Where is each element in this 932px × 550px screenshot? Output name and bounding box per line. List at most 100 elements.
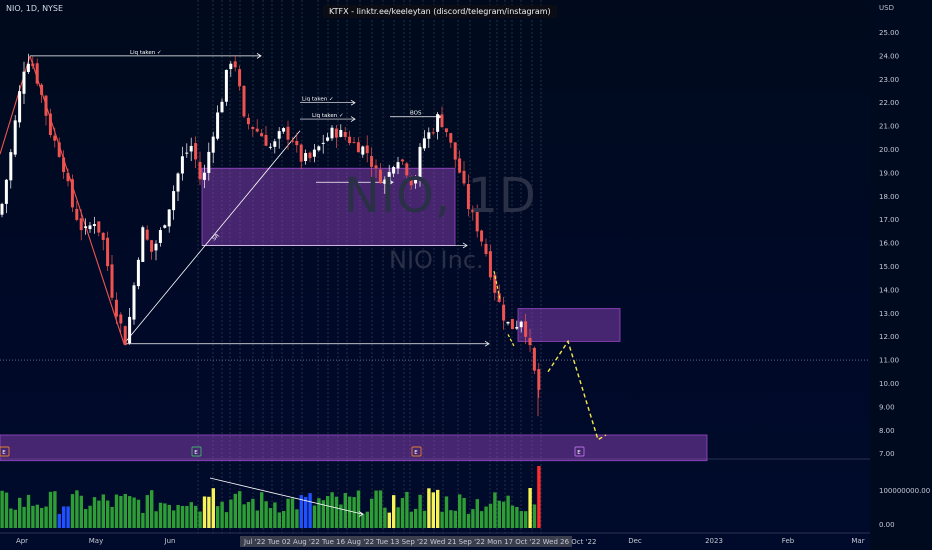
candle-body <box>172 191 176 211</box>
candle-body <box>528 337 532 346</box>
candle-body <box>290 140 294 142</box>
candle-body <box>317 146 321 151</box>
annotations: Liq taken ✓Liq taken ✓Liq taken ✓ BOSSRE E… <box>0 50 585 457</box>
currency-label: USD <box>879 4 894 12</box>
candle-body <box>365 145 369 154</box>
volume-bar <box>502 501 506 528</box>
volume-bar <box>370 498 374 528</box>
volume-trendline <box>209 477 363 515</box>
volume-bar <box>440 511 444 528</box>
volume-bar <box>0 490 4 528</box>
projection-path <box>493 271 607 441</box>
volume-bar <box>207 496 211 528</box>
candle-body <box>88 225 92 230</box>
date-label-overlap: Jul '22 Tue 02 Aug '22 Tue 16 Aug '22 Tu… <box>243 538 596 546</box>
volume-bar <box>405 491 409 528</box>
volume-bar <box>295 509 299 528</box>
watermark-company: NIO Inc. <box>389 246 484 274</box>
candle-body <box>57 142 61 157</box>
volume-bar <box>290 498 295 528</box>
candle-body <box>136 259 140 287</box>
candle-body <box>255 128 259 132</box>
candle-body <box>484 243 488 254</box>
candle-body <box>44 95 48 116</box>
volume-bar <box>44 506 48 528</box>
candle-body <box>268 146 272 148</box>
volume-bar <box>317 498 321 528</box>
candle-body <box>260 133 264 137</box>
volume-bar <box>79 495 83 528</box>
zigzag-leg <box>29 55 125 344</box>
price-chart[interactable]: Liq taken ✓Liq taken ✓Liq taken ✓ BOSSRE E… <box>0 0 932 550</box>
candle-body <box>348 136 352 144</box>
volume-bar <box>220 501 224 528</box>
candle-body <box>304 153 308 162</box>
price-tick: 11.00 <box>879 357 899 365</box>
volume-bar <box>356 490 361 528</box>
candle-body <box>264 134 268 146</box>
candle-body <box>502 304 506 321</box>
volume-bar <box>326 495 330 528</box>
volume-bar <box>431 492 435 528</box>
volume-bar <box>282 511 286 528</box>
candle-body <box>242 85 246 117</box>
volume-bar <box>497 500 501 528</box>
projection-dash <box>507 334 515 347</box>
candle-body <box>519 321 523 328</box>
candle-body <box>180 156 184 174</box>
volume-bar <box>242 504 246 528</box>
volume-bar <box>198 511 202 528</box>
candle-body <box>18 91 22 123</box>
volume-bar <box>471 509 475 528</box>
volume-bar <box>400 498 405 528</box>
volume-bar <box>110 506 114 528</box>
candle-body <box>163 225 167 228</box>
liq-taken-label: Liq taken ✓ <box>130 50 162 56</box>
volume-tick: 100000000.00 <box>879 487 930 495</box>
candle-body <box>70 179 74 208</box>
candle-body <box>400 159 404 162</box>
volume-bar <box>238 491 242 528</box>
author-banner: KTFX - linktr.ee/keeleytan (discord/tele… <box>323 5 557 18</box>
time-axis[interactable]: AprMayJunJulAugSepOctNovDec2023FebMarJul… <box>16 536 865 547</box>
symbol-line[interactable]: NIO, 1D, NYSE <box>6 4 63 13</box>
price-tick: 10.00 <box>879 380 899 388</box>
volume-bar <box>211 488 215 528</box>
volume-bar <box>528 488 532 528</box>
price-tick: 24.00 <box>879 52 899 60</box>
candle-body <box>427 132 431 139</box>
volume-bar <box>48 491 53 528</box>
candle-body <box>321 142 325 144</box>
candle-body <box>141 227 145 262</box>
candle-body <box>449 133 453 143</box>
candle-body <box>150 240 154 252</box>
candle-body <box>282 128 286 132</box>
volume-bar <box>264 501 268 528</box>
volume-bar <box>348 496 352 528</box>
volume-bar <box>255 510 259 528</box>
candle-body <box>101 232 105 240</box>
candle-body <box>431 132 435 134</box>
candle-body <box>106 237 110 267</box>
zone-2 <box>517 308 621 342</box>
price-axis[interactable]: 25.00 24.00 23.00 22.00 21.00 20.00 19.00 18.00… <box>870 0 932 550</box>
candle-body <box>194 143 198 160</box>
volume-bar <box>150 490 154 528</box>
candle-body <box>273 141 277 147</box>
chart-container[interactable]: Liq taken ✓ Liq taken ✓ Liq taken ✓ BOS SR E E… <box>0 0 932 550</box>
price-tick: 18.00 <box>879 193 899 201</box>
volume-bar <box>277 512 281 528</box>
price-tick: 12.00 <box>879 333 899 341</box>
volume-bar <box>414 508 418 528</box>
volume-bar <box>427 488 431 528</box>
price-tick: 19.00 <box>879 169 899 177</box>
candle-body <box>202 172 206 180</box>
candle-body <box>480 230 484 242</box>
volume-bar <box>273 502 277 528</box>
candle-body <box>251 126 255 129</box>
candle-body <box>453 142 457 160</box>
volume-bar <box>172 510 176 528</box>
candle-body <box>216 112 220 139</box>
candle-body <box>246 117 250 125</box>
volume-bar <box>145 495 149 528</box>
